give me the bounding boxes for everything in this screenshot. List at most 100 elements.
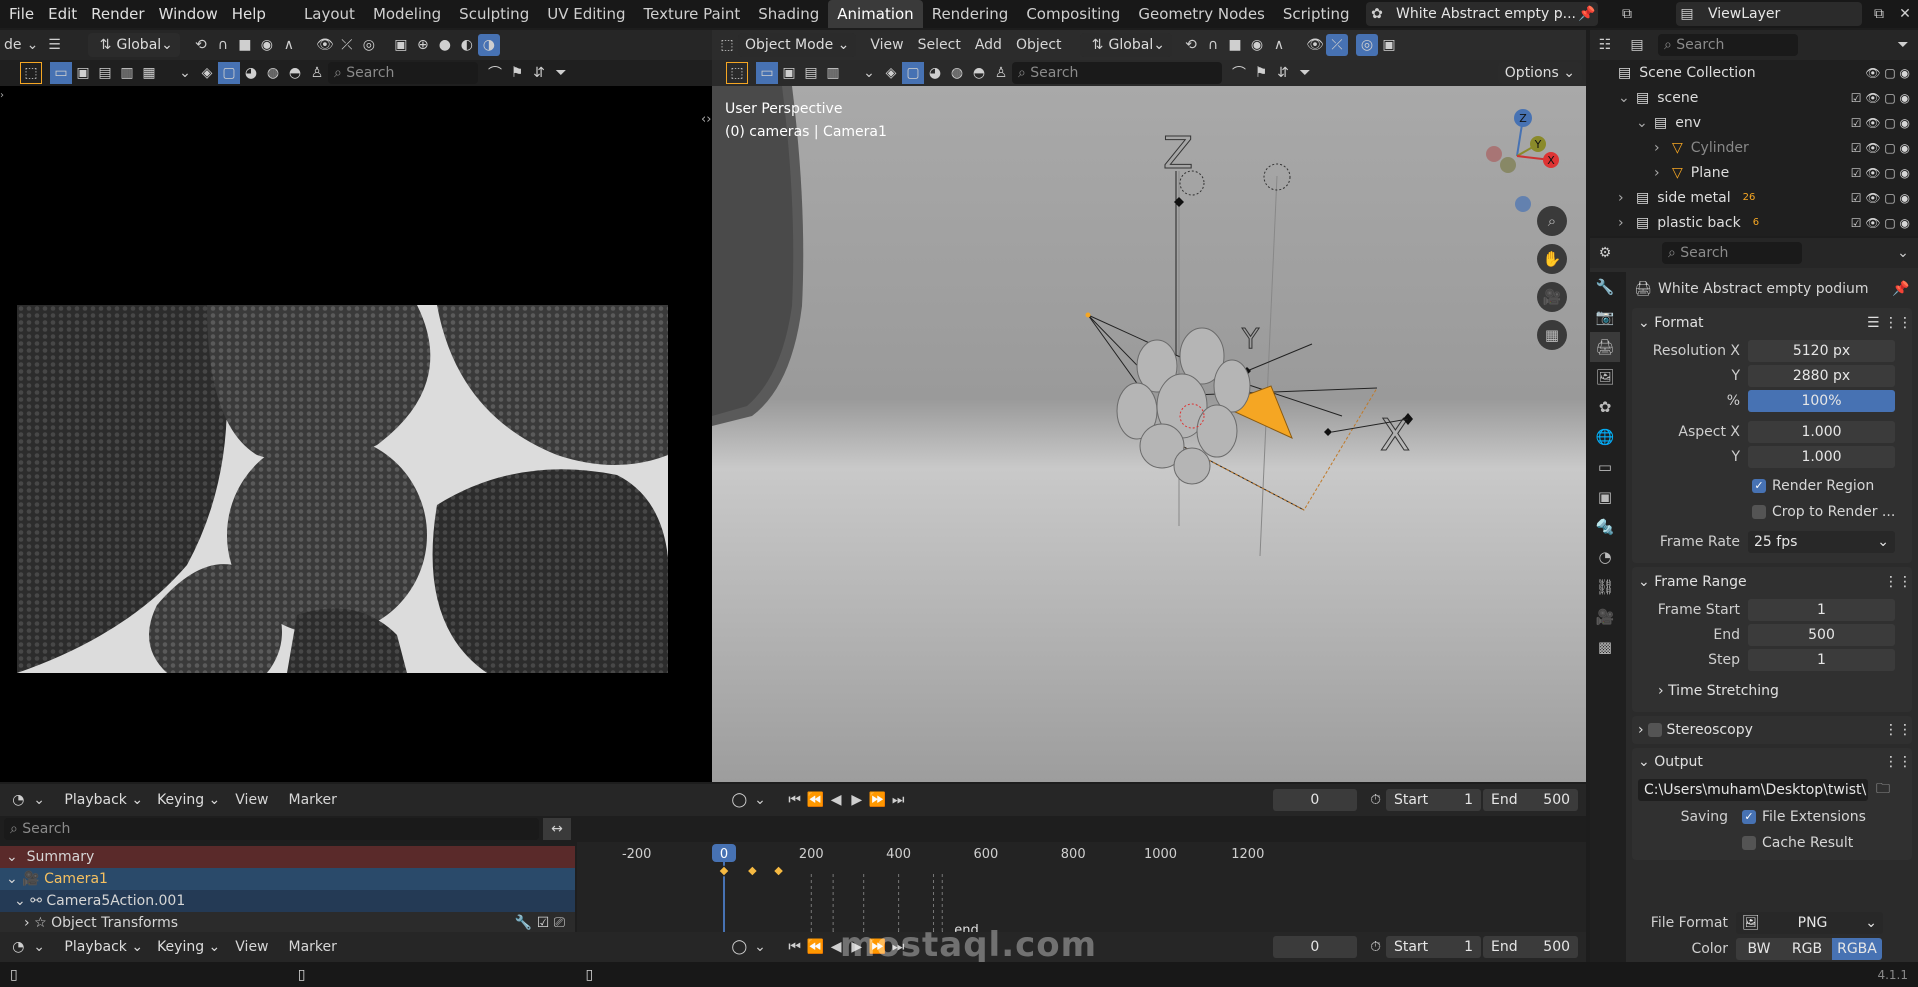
resolution-x-field[interactable]: 5120 px — [1748, 339, 1895, 362]
select-invert-icon[interactable]: ▥ — [116, 62, 138, 84]
object-type-icon[interactable]: ◈ — [196, 62, 218, 84]
outliner-item[interactable]: › ▽ Plane ☑ 👁 ▢ ◉ — [1590, 160, 1918, 185]
view-layer-selector[interactable]: ▤ ViewLayer — [1676, 2, 1862, 26]
viewport-search-input[interactable]: ⌕ Search — [1012, 62, 1222, 84]
render-region-checkbox[interactable]: ✓ Render Region — [1632, 473, 1912, 499]
keying-menu[interactable]: Keying ⌄ — [150, 788, 227, 812]
proportional-icon[interactable]: ◉ — [1246, 34, 1268, 56]
physics-tab-icon[interactable]: ◔ — [1590, 542, 1620, 572]
visibility-toggles-icon[interactable]: ☑ 👁 ▢ ◉ — [1851, 116, 1910, 130]
filter-icon[interactable]: ⏷ — [550, 62, 572, 84]
properties-search-input[interactable]: ⌕ Search — [1662, 242, 1802, 264]
tool-tab-icon[interactable]: 🔧 — [1590, 272, 1620, 302]
file-format-dropdown[interactable]: 🖼 PNG ⌄ — [1736, 912, 1883, 934]
select-extend-icon[interactable]: ▣ — [72, 62, 94, 84]
editor-type-icon[interactable]: ◔ — [8, 936, 29, 958]
menu-edit[interactable]: Edit — [41, 0, 84, 28]
tab-modeling[interactable]: Modeling — [364, 0, 450, 28]
current-frame-field[interactable]: 0 — [1272, 789, 1358, 811]
marker-menu-2[interactable]: Marker — [289, 939, 337, 955]
current-frame-field-2[interactable]: 0 — [1272, 936, 1358, 958]
gizmo-icon[interactable]: ⤫ — [1325, 34, 1348, 56]
link-icon[interactable]: ⌒ — [1228, 62, 1250, 84]
playback-menu[interactable]: Playback ⌄ — [57, 788, 150, 812]
editor-type-icon[interactable]: ⚙ — [1594, 242, 1616, 264]
falloff-icon[interactable]: ∧ — [278, 34, 300, 56]
aspect-y-field[interactable]: 1.000 — [1748, 445, 1895, 468]
view-menu-2[interactable]: View — [235, 939, 268, 955]
color-rgb-button[interactable]: RGB — [1782, 938, 1832, 960]
color-rgba-button[interactable]: RGBA — [1832, 938, 1882, 960]
menu-hamburger-icon[interactable]: ☰ — [44, 34, 66, 56]
cache-result-checkbox[interactable] — [1742, 836, 1756, 850]
material-shading-icon[interactable]: ◐ — [456, 34, 478, 56]
world-tab-icon[interactable]: 🌐 — [1590, 422, 1620, 452]
filter-icon[interactable]: ⏷ — [1892, 34, 1914, 56]
expand-left-icon[interactable]: › — [0, 90, 8, 101]
sort-icon[interactable]: ⇵ — [1272, 62, 1294, 84]
start-frame-field-2[interactable]: Start 1 — [1385, 936, 1481, 958]
xray-icon[interactable]: ▣ — [390, 34, 412, 56]
play-icon[interactable]: ▶ — [846, 789, 867, 811]
stopwatch-icon[interactable]: ⏱ — [1365, 936, 1386, 958]
tab-sculpting[interactable]: Sculpting — [450, 0, 538, 28]
channel-object-transforms[interactable]: › ☆ Object Transforms 🔧 ☑ ⎚ — [0, 912, 575, 934]
xray-icon[interactable]: ▣ — [1378, 34, 1400, 56]
display-mode-icon[interactable]: ▤ — [1626, 34, 1648, 56]
menu-file[interactable]: File — [2, 0, 41, 28]
visibility-icon[interactable]: 👁 — [314, 34, 336, 56]
marker-menu[interactable]: Marker — [289, 792, 337, 808]
channel-search-input[interactable]: ⌕ Search — [4, 818, 539, 840]
stereoscopy-panel[interactable]: › Stereoscopy ⋮⋮ — [1632, 716, 1912, 744]
stereoscopy-checkbox[interactable] — [1648, 723, 1663, 737]
tab-texture-paint[interactable]: Texture Paint — [634, 0, 749, 28]
channel-camera1[interactable]: ⌄ 🎥 Camera1 — [0, 868, 575, 890]
gizmo-icon[interactable]: ⤫ — [336, 34, 358, 56]
camera-view-icon[interactable]: 🎥 — [1537, 282, 1567, 312]
frame-rate-dropdown[interactable]: 25 fps ⌄ — [1748, 531, 1895, 553]
frame-start-field[interactable]: 1 — [1748, 598, 1895, 621]
filter-material-icon[interactable]: ◕ — [240, 62, 262, 84]
menu-add[interactable]: Add — [975, 37, 1002, 53]
viewport-orientation-dropdown[interactable]: ⇅ Global ⌄ — [1079, 33, 1172, 57]
editor-type-icon[interactable]: ⬚ — [716, 34, 738, 56]
jump-start-icon[interactable]: ⏮ — [784, 789, 805, 811]
tab-compositing[interactable]: Compositing — [1017, 0, 1129, 28]
scene-selector[interactable]: ✿ White Abstract empty p... 📌 — [1366, 2, 1598, 26]
object-type-icon[interactable]: ◈ — [880, 62, 902, 84]
menu-render[interactable]: Render — [84, 0, 151, 28]
drag-handle-icon[interactable]: ⋮⋮ — [1884, 754, 1912, 770]
menu-object[interactable]: Object — [1016, 37, 1062, 53]
filter-user-icon[interactable]: ♙ — [306, 62, 328, 84]
filter-mesh-icon[interactable]: ▢ — [218, 62, 240, 84]
end-frame-field[interactable]: End 500 — [1482, 789, 1579, 811]
bookmark-icon[interactable]: ⚑ — [506, 62, 528, 84]
crop-checkbox[interactable]: Crop to Render ... — [1632, 499, 1912, 525]
proportional-icon[interactable]: ◉ — [256, 34, 278, 56]
select-tool-icon[interactable]: ⬚ — [20, 62, 42, 84]
dropdown-icon[interactable]: ⌄ — [858, 62, 880, 84]
chevron-right-icon[interactable]: › — [1618, 215, 1632, 231]
link-icon[interactable]: ⌒ — [484, 62, 506, 84]
tab-uv-editing[interactable]: UV Editing — [538, 0, 634, 28]
ortho-grid-icon[interactable]: ▦ — [1537, 320, 1567, 350]
overlay-icon[interactable]: ◎ — [358, 34, 380, 56]
keyframe[interactable] — [772, 865, 785, 877]
filter-world-icon[interactable]: ◍ — [946, 62, 968, 84]
menu-view[interactable]: View — [870, 37, 903, 53]
dropdown-icon[interactable]: ⌄ — [174, 62, 196, 84]
time-stretching-subpanel[interactable]: › Time Stretching — [1632, 676, 1912, 706]
view-menu[interactable]: View — [235, 792, 268, 808]
visibility-toggles-icon[interactable]: ☑ 👁 ▢ ◉ — [1851, 141, 1910, 155]
select-subtract-icon[interactable]: ▤ — [94, 62, 116, 84]
mode-dropdown[interactable]: de — [4, 37, 22, 53]
chevron-down-icon[interactable]: ⌄ — [1636, 115, 1650, 131]
folder-icon[interactable]: 🗀 — [1872, 779, 1894, 801]
filter-user-icon[interactable]: ♙ — [990, 62, 1012, 84]
drag-handle-icon[interactable]: ⋮⋮ — [1884, 574, 1912, 590]
resolution-percentage-field[interactable]: 100% — [1748, 389, 1895, 412]
visibility-toggles-icon[interactable]: 👁 ▢ ◉ — [1865, 66, 1910, 80]
orientation-dropdown[interactable]: ⇅ Global ⌄ — [87, 33, 180, 57]
frame-end-field[interactable]: 500 — [1748, 623, 1895, 646]
editor-type-icon[interactable]: ☷ — [1594, 34, 1616, 56]
